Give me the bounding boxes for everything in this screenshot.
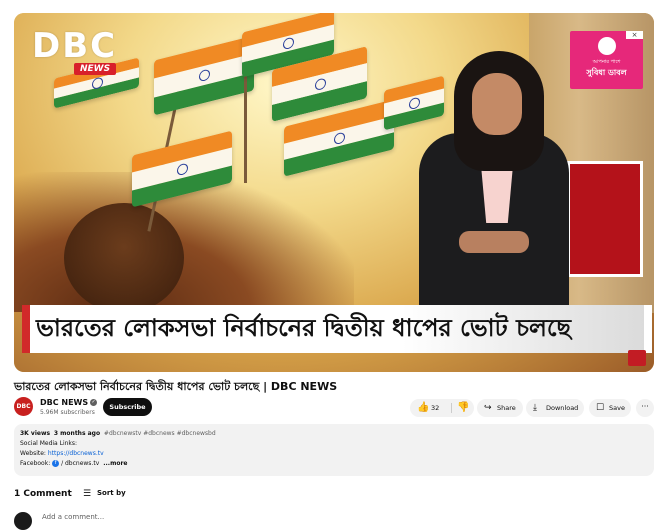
view-count: 3K views [20, 430, 51, 437]
description-facebook: Facebook: f / dbcnews.tv ...more [20, 460, 128, 467]
description-more-button[interactable]: ...more [103, 460, 127, 467]
like-icon[interactable]: 👍 [417, 399, 429, 417]
anchor-face [472, 73, 522, 135]
add-comment-input[interactable]: Add a comment... [42, 513, 104, 521]
more-icon[interactable]: ··· [636, 399, 654, 417]
hashtags[interactable]: #dbcnewstv #dbcnews #dbcnewsbd [104, 430, 216, 437]
subscribe-button[interactable]: Subscribe [103, 398, 152, 416]
dislike-icon[interactable]: 👎 [457, 399, 469, 417]
download-button[interactable]: ⤓ Download [526, 399, 584, 417]
description-website: Website: https://dbcnews.tv [20, 450, 104, 457]
download-icon: ⤓ [533, 403, 537, 413]
website-link[interactable]: https://dbcnews.tv [48, 450, 104, 457]
facebook-label: Facebook: [20, 460, 51, 467]
logo-tag: NEWS [74, 63, 117, 75]
video-title: ভারতের লোকসভা নির্বাচনের দ্বিতীয় ধাপের … [14, 380, 338, 393]
channel-avatar[interactable]: DBC [14, 397, 33, 416]
user-avatar [14, 512, 32, 530]
save-label: Save [609, 404, 625, 412]
like-divider [451, 403, 452, 413]
save-button[interactable]: ☐ Save [589, 399, 631, 417]
anchor-hands [459, 231, 529, 253]
ad-logo-icon [597, 37, 616, 55]
upload-age: 3 months ago [53, 430, 101, 437]
download-label: Download [546, 404, 579, 412]
channel-name[interactable]: DBC NEWS ✓ [40, 398, 98, 407]
lower-third-headline: ভারতের লোকসভা নির্বাচনের দ্বিতীয় ধাপের … [36, 314, 572, 342]
share-icon: ↪ [484, 403, 492, 413]
description-meta: 3K views 3 months ago #dbcnewstv #dbcnew… [20, 430, 216, 437]
subscriber-count: 5.96M subscribers [40, 409, 95, 416]
verified-icon: ✓ [90, 399, 98, 406]
description-social-heading: Social Media Links: [20, 440, 78, 447]
ad-close-button[interactable]: × [626, 31, 643, 39]
channel-corner-badge [628, 350, 646, 366]
like-dislike-group: 👍 32 👎 [410, 399, 474, 417]
sort-icon[interactable]: ☰ [83, 489, 91, 499]
facebook-link[interactable]: / dbcnews.tv [61, 460, 99, 467]
channel-name-text[interactable]: DBC NEWS [40, 398, 88, 407]
website-label: Website: [20, 450, 46, 457]
studio-screen [567, 161, 643, 277]
facebook-icon: f [52, 460, 60, 467]
channel-watermark-logo: DBC NEWS [32, 29, 142, 87]
crowd-head [64, 203, 184, 313]
ad-text-small: আপনার পাশে [592, 59, 621, 65]
share-button[interactable]: ↪ Share [477, 399, 523, 417]
description-box[interactable]: 3K views 3 months ago #dbcnewstv #dbcnew… [14, 424, 654, 476]
like-count[interactable]: 32 [431, 399, 439, 417]
sort-by-button[interactable]: Sort by [97, 489, 126, 497]
video-player[interactable]: DBC NEWS আপনার পাশে সুবিধা ডাবল × ভারতের… [14, 13, 654, 372]
ad-text-main: সুবিধা ডাবল [586, 68, 627, 77]
sponsor-ad[interactable]: আপনার পাশে সুবিধা ডাবল [570, 31, 643, 89]
share-label: Share [497, 404, 516, 412]
save-icon: ☐ [596, 403, 605, 413]
comment-count: 1 Comment [14, 489, 72, 499]
logo-text: DBC [32, 26, 118, 66]
